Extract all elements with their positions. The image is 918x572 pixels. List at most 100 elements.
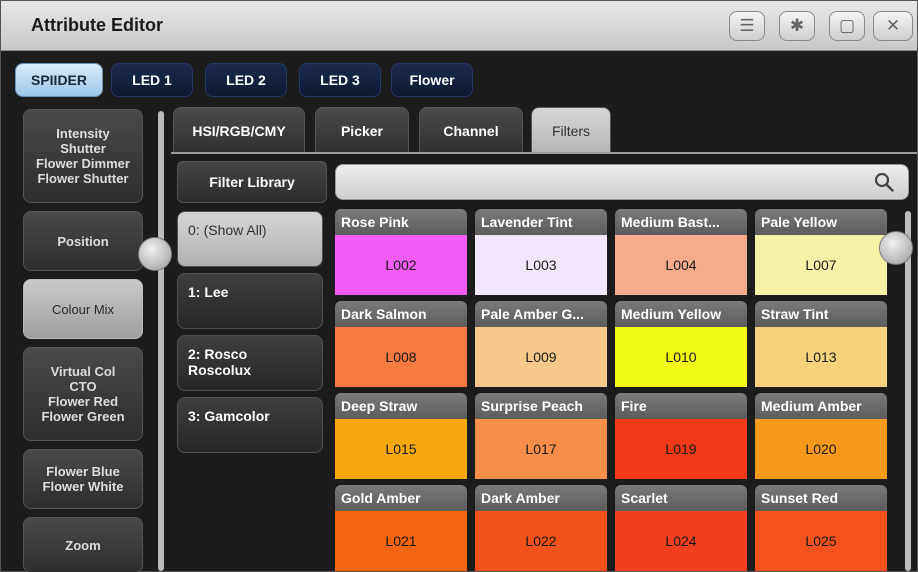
filter-tile[interactable]: Sunset Red L025 bbox=[755, 485, 887, 571]
filter-scrollbar[interactable] bbox=[905, 211, 911, 571]
tab-channel[interactable]: Channel bbox=[419, 107, 523, 153]
filter-swatch: L019 bbox=[615, 419, 747, 479]
device-tab-led-1[interactable]: LED 1 bbox=[111, 63, 193, 97]
device-tab-flower[interactable]: Flower bbox=[391, 63, 473, 97]
filter-code: L013 bbox=[805, 349, 837, 365]
attribute-scrollbar[interactable] bbox=[158, 111, 164, 571]
filter-code: L020 bbox=[805, 441, 837, 457]
filter-tile[interactable]: Lavender Tint L003 bbox=[475, 209, 607, 295]
filter-tile[interactable]: Straw Tint L013 bbox=[755, 301, 887, 387]
filter-name: Rose Pink bbox=[335, 209, 467, 235]
filter-code: L007 bbox=[805, 257, 837, 273]
title-bar: Attribute Editor ☰ ✱ ▢ ✕ bbox=[1, 1, 917, 51]
filter-swatch: L015 bbox=[335, 419, 467, 479]
filter-tile[interactable]: Fire L019 bbox=[615, 393, 747, 479]
filter-tile[interactable]: Scarlet L024 bbox=[615, 485, 747, 571]
filter-swatch: L024 bbox=[615, 511, 747, 571]
attribute-scroll-handle[interactable] bbox=[138, 237, 172, 271]
filter-tile[interactable]: Medium Yellow L010 bbox=[615, 301, 747, 387]
filter-swatch: L021 bbox=[335, 511, 467, 571]
filter-code: L002 bbox=[385, 257, 417, 273]
filter-tile[interactable]: Medium Amber L020 bbox=[755, 393, 887, 479]
filter-swatch: L003 bbox=[475, 235, 607, 295]
attr-line: Flower Green bbox=[41, 409, 125, 424]
filter-code: L010 bbox=[665, 349, 697, 365]
window-title: Attribute Editor bbox=[31, 15, 163, 35]
library-item-gamcolor[interactable]: 3: Gamcolor bbox=[177, 397, 323, 453]
attr-group-position[interactable]: Position bbox=[23, 211, 143, 271]
device-tab-led-3[interactable]: LED 3 bbox=[299, 63, 381, 97]
attr-line: Flower Shutter bbox=[37, 171, 129, 186]
filter-code: L008 bbox=[385, 349, 417, 365]
filter-swatch: L020 bbox=[755, 419, 887, 479]
attr-line: Flower Red bbox=[47, 394, 119, 409]
attribute-editor-window: Attribute Editor ☰ ✱ ▢ ✕ SPIIDER LED 1 L… bbox=[0, 0, 918, 572]
filter-tile[interactable]: Dark Amber L022 bbox=[475, 485, 607, 571]
filter-code: L024 bbox=[665, 533, 697, 549]
settings-button[interactable]: ✱ bbox=[779, 11, 815, 41]
attr-line: Virtual Col bbox=[50, 364, 116, 379]
menu-button[interactable]: ☰ bbox=[729, 11, 765, 41]
tab-filters[interactable]: Filters bbox=[531, 107, 611, 153]
expand-button[interactable]: ▢ bbox=[829, 11, 865, 41]
filter-name: Scarlet bbox=[615, 485, 747, 511]
close-button[interactable]: ✕ bbox=[873, 11, 913, 41]
attr-line: Zoom bbox=[65, 537, 101, 553]
attr-line: Colour Mix bbox=[51, 301, 115, 317]
filter-swatch: L010 bbox=[615, 327, 747, 387]
attr-group-virtual-col[interactable]: Virtual Col CTO Flower Red Flower Green bbox=[23, 347, 143, 441]
filter-name: Dark Salmon bbox=[335, 301, 467, 327]
gear-icon: ✱ bbox=[789, 16, 805, 35]
filter-swatch: L002 bbox=[335, 235, 467, 295]
attr-group-colour-mix[interactable]: Colour Mix bbox=[23, 279, 143, 339]
filter-swatch: L008 bbox=[335, 327, 467, 387]
filter-name: Sunset Red bbox=[755, 485, 887, 511]
filter-code: L004 bbox=[665, 257, 697, 273]
library-item-rosco[interactable]: 2: Rosco Roscolux bbox=[177, 335, 323, 391]
filter-name: Medium Yellow bbox=[615, 301, 747, 327]
filter-tile[interactable]: Gold Amber L021 bbox=[335, 485, 467, 571]
attr-line: Position bbox=[57, 233, 109, 249]
filter-name: Pale Yellow bbox=[755, 209, 887, 235]
filter-tile[interactable]: Surprise Peach L017 bbox=[475, 393, 607, 479]
filter-code: L017 bbox=[525, 441, 557, 457]
tab-picker[interactable]: Picker bbox=[315, 107, 409, 153]
filter-swatch: L013 bbox=[755, 327, 887, 387]
filter-swatch: L007 bbox=[755, 235, 887, 295]
filter-search-input[interactable] bbox=[335, 164, 909, 200]
filter-name: Deep Straw bbox=[335, 393, 467, 419]
filter-tile[interactable]: Deep Straw L015 bbox=[335, 393, 467, 479]
filter-name: Gold Amber bbox=[335, 485, 467, 511]
filter-tile[interactable]: Medium Bast... L004 bbox=[615, 209, 747, 295]
tab-hsi-rgb-cmy[interactable]: HSI/RGB/CMY bbox=[173, 107, 305, 153]
filter-tile[interactable]: Rose Pink L002 bbox=[335, 209, 467, 295]
library-item-show-all[interactable]: 0: (Show All) bbox=[177, 211, 323, 267]
attr-group-flower-blue[interactable]: Flower Blue Flower White bbox=[23, 449, 143, 509]
attr-line: Shutter bbox=[60, 141, 106, 156]
filter-code: L019 bbox=[665, 441, 697, 457]
library-item-lee[interactable]: 1: Lee bbox=[177, 273, 323, 329]
filter-swatch: L025 bbox=[755, 511, 887, 571]
filter-tile[interactable]: Pale Yellow L007 bbox=[755, 209, 887, 295]
attr-group-zoom[interactable]: Zoom bbox=[23, 517, 143, 572]
filter-grid: Rose Pink L002 Lavender Tint L003 Medium… bbox=[335, 209, 895, 572]
filter-code: L022 bbox=[525, 533, 557, 549]
filter-name: Medium Amber bbox=[755, 393, 887, 419]
tab-divider bbox=[171, 152, 917, 154]
filter-swatch: L009 bbox=[475, 327, 607, 387]
filter-tile[interactable]: Dark Salmon L008 bbox=[335, 301, 467, 387]
filter-name: Fire bbox=[615, 393, 747, 419]
attr-group-intensity[interactable]: Intensity Shutter Flower Dimmer Flower S… bbox=[23, 109, 143, 203]
search-icon bbox=[874, 172, 894, 192]
filter-code: L025 bbox=[805, 533, 837, 549]
filter-tile[interactable]: Pale Amber G... L009 bbox=[475, 301, 607, 387]
filter-name: Dark Amber bbox=[475, 485, 607, 511]
device-tab-spiider[interactable]: SPIIDER bbox=[15, 63, 103, 97]
filter-library-header: Filter Library bbox=[177, 161, 327, 203]
close-icon: ✕ bbox=[885, 16, 901, 35]
attr-line: Flower Dimmer bbox=[36, 156, 130, 171]
filter-code: L003 bbox=[525, 257, 557, 273]
filter-scroll-handle[interactable] bbox=[879, 231, 913, 265]
device-tab-led-2[interactable]: LED 2 bbox=[205, 63, 287, 97]
filter-name: Straw Tint bbox=[755, 301, 887, 327]
